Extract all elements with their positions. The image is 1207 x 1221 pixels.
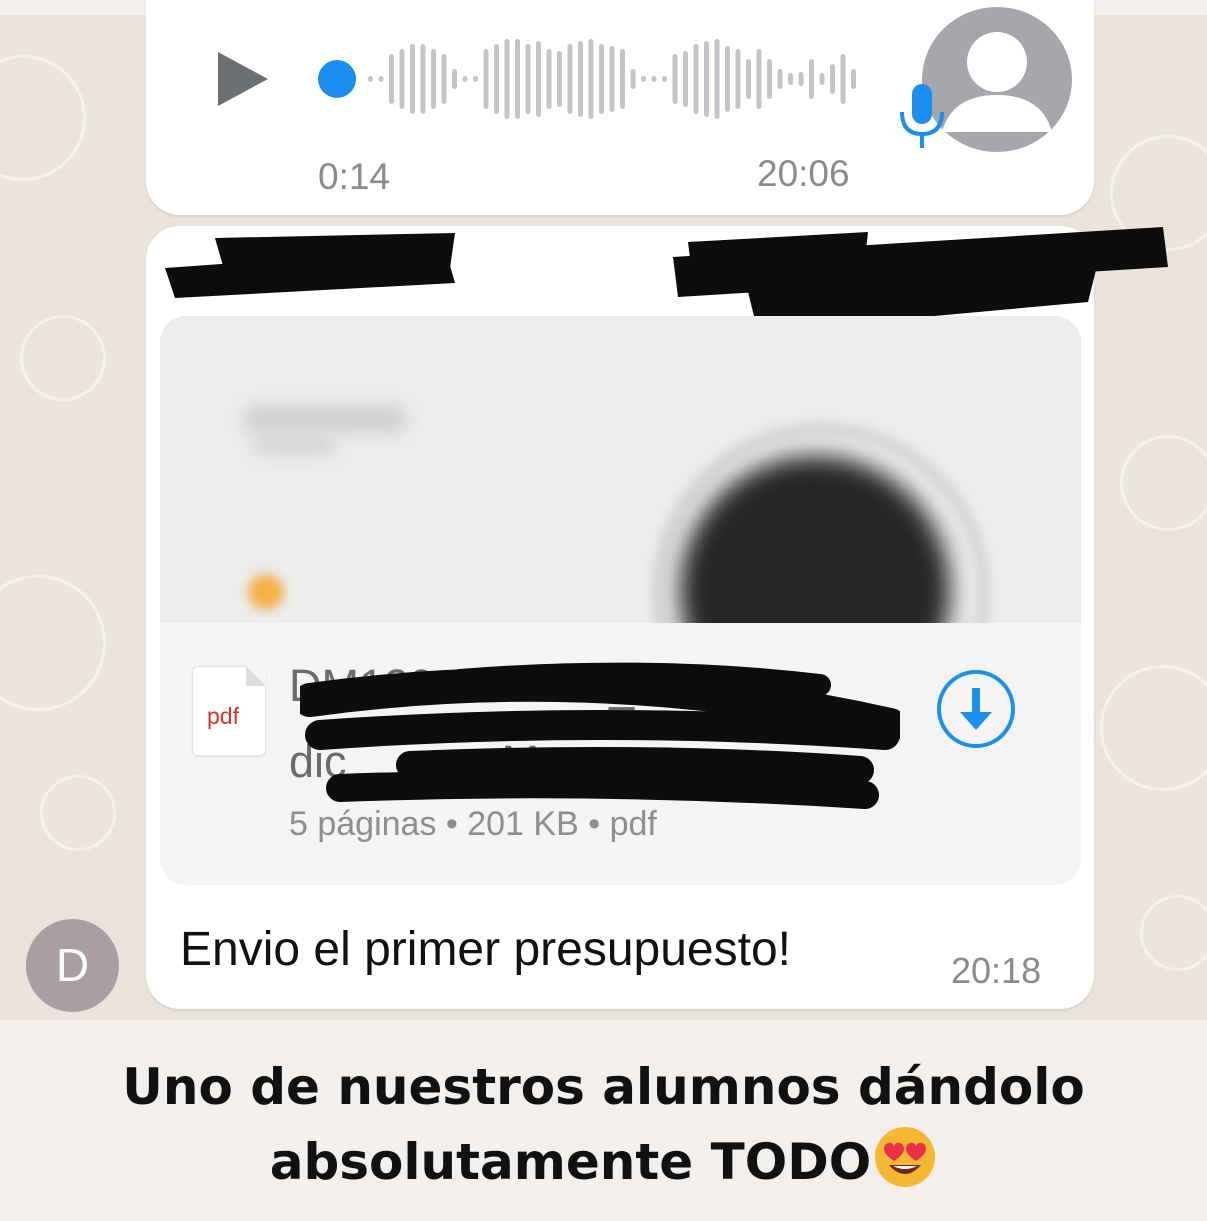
- waveform-bar: [735, 49, 741, 109]
- waveform-bar: [756, 49, 762, 109]
- download-icon[interactable]: [935, 668, 1017, 750]
- pdf-file-icon: pdf: [192, 666, 266, 756]
- waveform-bar: [515, 39, 520, 119]
- sender-avatar[interactable]: D: [26, 919, 119, 1012]
- voice-timestamp: 20:06: [757, 153, 850, 194]
- waveform-bar: [536, 41, 541, 117]
- waveform-bar: [641, 76, 646, 82]
- waveform-bar: [662, 76, 667, 82]
- caption-line2-wrap: absolutamente TODO: [0, 1125, 1207, 1200]
- waveform-bar: [840, 54, 846, 104]
- heart-eyes-emoji-icon: [875, 1127, 936, 1187]
- playback-position-dot: [318, 60, 356, 98]
- waveform-bar: [578, 41, 583, 117]
- waveform-bar: [620, 49, 625, 109]
- voice-waveform[interactable]: [316, 36, 861, 122]
- waveform-bar: [504, 39, 510, 119]
- waveform-bar: [704, 41, 709, 117]
- waveform-bar: [798, 72, 804, 86]
- waveform-bar: [368, 76, 373, 82]
- waveform-bar: [452, 69, 457, 89]
- redaction-mark-sender: [165, 233, 455, 298]
- message-timestamp: 20:18: [951, 950, 1042, 991]
- waveform-bar: [441, 54, 447, 104]
- waveform-bar: [693, 44, 699, 114]
- waveform-bar: [399, 49, 405, 109]
- waveform-bar: [557, 51, 562, 107]
- waveform-bar: [599, 44, 604, 114]
- caption: Uno de nuestros alumnos dándolo absoluta…: [0, 1050, 1207, 1200]
- waveform-bar: [462, 76, 468, 82]
- document-meta: 5 páginas • 201 KB • pdf: [289, 805, 657, 843]
- waveform-bar: [767, 59, 772, 99]
- waveform-bar: [851, 69, 856, 89]
- pdf-icon-label: pdf: [207, 703, 239, 729]
- waveform-bar: [830, 64, 835, 94]
- message-text: Envio el primer presupuesto!: [180, 923, 791, 976]
- waveform-bar: [567, 44, 573, 114]
- waveform-bar: [819, 73, 825, 85]
- waveform-bar: [746, 59, 751, 99]
- waveform-bar: [609, 46, 615, 112]
- waveform-bar: [788, 73, 793, 85]
- waveform-bar: [630, 69, 636, 89]
- waveform-bar: [494, 44, 499, 114]
- waveform-bar: [714, 39, 720, 119]
- waveform-bar: [420, 44, 426, 114]
- waveform-bar: [809, 59, 814, 99]
- waveform-bar: [431, 49, 436, 109]
- waveform-bar: [525, 44, 531, 114]
- waveform-bar: [389, 54, 394, 104]
- caption-line1: Uno de nuestros alumnos dándolo: [122, 1058, 1085, 1116]
- waveform-bar: [473, 76, 478, 82]
- waveform-bar: [378, 76, 384, 82]
- microphone-icon: [900, 84, 944, 148]
- redaction-mark-filename: [300, 662, 900, 809]
- play-icon[interactable]: [216, 50, 270, 108]
- waveform-bar: [483, 49, 489, 109]
- waveform-bar: [651, 76, 657, 82]
- waveform-bar: [410, 44, 415, 114]
- waveform-bar: [546, 49, 552, 109]
- waveform-bar: [683, 51, 688, 107]
- waveform-bar: [672, 54, 678, 104]
- waveform-bar: [777, 69, 783, 89]
- caption-line2: absolutamente TODO: [269, 1133, 872, 1191]
- waveform-bar: [725, 46, 730, 112]
- voice-duration: 0:14: [318, 156, 391, 197]
- waveform-bar: [588, 39, 594, 119]
- document-preview[interactable]: [160, 316, 1081, 623]
